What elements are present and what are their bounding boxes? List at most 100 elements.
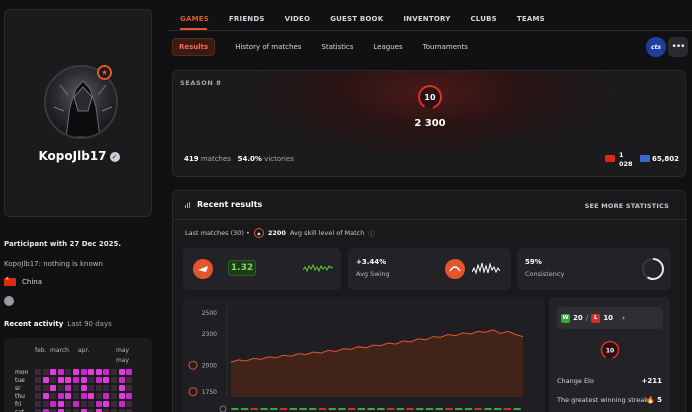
activity-cell[interactable]	[118, 377, 125, 383]
info-icon[interactable]: ⓘ	[368, 228, 375, 238]
activity-cell[interactable]	[50, 385, 57, 391]
activity-cell[interactable]	[80, 385, 87, 391]
activity-cell[interactable]	[65, 393, 72, 399]
match-result-mark[interactable]	[347, 408, 356, 410]
activity-cell[interactable]	[73, 393, 79, 399]
nav-games[interactable]: GAMES	[180, 15, 209, 23]
match-result-mark[interactable]	[250, 408, 259, 410]
match-result-mark[interactable]	[406, 408, 414, 410]
match-result-mark[interactable]	[289, 408, 298, 410]
match-result-mark[interactable]	[318, 408, 327, 410]
match-result-mark[interactable]	[279, 408, 288, 410]
activity-cell[interactable]	[95, 393, 102, 399]
activity-cell[interactable]	[103, 385, 110, 391]
match-result-mark[interactable]	[474, 408, 483, 410]
more-button[interactable]: •••	[668, 37, 688, 57]
activity-cell[interactable]	[73, 369, 79, 375]
nav-video[interactable]: VIDEO	[285, 15, 311, 23]
match-result-mark[interactable]	[269, 408, 278, 410]
match-result-mark[interactable]	[260, 408, 268, 410]
match-result-mark[interactable]	[299, 408, 307, 410]
match-result-mark[interactable]	[308, 408, 317, 410]
match-result-mark[interactable]	[493, 408, 502, 410]
activity-cell[interactable]	[126, 393, 133, 399]
activity-cell[interactable]	[88, 393, 95, 399]
activity-cell[interactable]	[42, 385, 49, 391]
strip-info-icon[interactable]	[219, 405, 227, 412]
activity-cell[interactable]	[35, 377, 41, 383]
activity-cell[interactable]	[95, 377, 102, 383]
activity-cell[interactable]	[35, 385, 41, 391]
match-result-mark[interactable]	[445, 408, 453, 410]
tab-history-of-matches[interactable]: History of matches	[235, 43, 301, 51]
activity-cell[interactable]	[42, 393, 49, 399]
activity-cell[interactable]	[57, 385, 64, 391]
activity-cell[interactable]	[88, 401, 95, 407]
activity-cell[interactable]	[73, 377, 79, 383]
match-result-mark[interactable]	[377, 408, 385, 410]
activity-cell[interactable]	[35, 369, 41, 375]
tab-leagues[interactable]: Leagues	[373, 43, 402, 51]
match-result-mark[interactable]	[338, 408, 346, 410]
activity-cell[interactable]	[73, 385, 79, 391]
activity-cell[interactable]	[88, 369, 95, 375]
activity-cell[interactable]	[50, 377, 57, 383]
nav-teams[interactable]: TEAMS	[517, 15, 545, 23]
activity-cell[interactable]	[103, 369, 110, 375]
activity-cell[interactable]	[111, 369, 117, 375]
activity-cell[interactable]	[42, 369, 49, 375]
activity-cell[interactable]	[111, 401, 117, 407]
activity-cell[interactable]	[80, 377, 87, 383]
activity-cell[interactable]	[50, 393, 57, 399]
activity-cell[interactable]	[35, 393, 41, 399]
activity-cell[interactable]	[80, 401, 87, 407]
activity-cell[interactable]	[111, 377, 117, 383]
activity-cell[interactable]	[95, 385, 102, 391]
tab-statistics[interactable]: Statistics	[321, 43, 353, 51]
activity-cell[interactable]	[111, 385, 117, 391]
tab-results[interactable]: Results	[172, 38, 216, 56]
match-result-mark[interactable]	[435, 408, 444, 410]
activity-cell[interactable]	[126, 385, 133, 391]
match-result-mark[interactable]	[425, 408, 434, 410]
activity-cell[interactable]	[95, 401, 102, 407]
match-result-mark[interactable]	[386, 408, 395, 410]
activity-cell[interactable]	[126, 369, 133, 375]
activity-cell[interactable]	[73, 401, 79, 407]
activity-cell[interactable]	[111, 393, 117, 399]
activity-cell[interactable]	[57, 369, 64, 375]
activity-cell[interactable]	[126, 401, 133, 407]
activity-cell[interactable]	[88, 385, 95, 391]
match-result-mark[interactable]	[503, 408, 512, 410]
activity-cell[interactable]	[118, 369, 125, 375]
activity-cell[interactable]	[95, 369, 102, 375]
match-result-mark[interactable]	[484, 408, 492, 410]
match-result-mark[interactable]	[513, 408, 521, 410]
win-loss-box[interactable]: W 20 / L 10 ›	[557, 307, 663, 329]
activity-cell[interactable]	[42, 401, 49, 407]
steam-icon[interactable]	[4, 296, 14, 306]
activity-cell[interactable]	[57, 401, 64, 407]
activity-cell[interactable]	[103, 393, 110, 399]
see-more-statistics-link[interactable]: SEE MORE STATISTICS	[585, 202, 669, 210]
nav-inventory[interactable]: INVENTORY	[403, 15, 450, 23]
activity-cell[interactable]	[65, 401, 72, 407]
activity-cell[interactable]	[80, 369, 87, 375]
match-result-mark[interactable]	[240, 408, 249, 410]
activity-cell[interactable]	[57, 393, 64, 399]
activity-cell[interactable]	[65, 369, 72, 375]
activity-cell[interactable]	[65, 377, 72, 383]
org-badge[interactable]: cts	[646, 37, 666, 57]
match-result-mark[interactable]	[464, 408, 473, 410]
activity-cell[interactable]	[103, 401, 110, 407]
activity-cell[interactable]	[50, 369, 57, 375]
activity-cell[interactable]	[65, 385, 72, 391]
match-result-mark[interactable]	[415, 408, 424, 410]
match-result-mark[interactable]	[328, 408, 337, 410]
nav-guest-book[interactable]: GUEST BOOK	[330, 15, 383, 23]
activity-cell[interactable]	[118, 385, 125, 391]
activity-cell[interactable]	[126, 377, 133, 383]
activity-cell[interactable]	[57, 377, 64, 383]
activity-cell[interactable]	[50, 401, 57, 407]
activity-cell[interactable]	[118, 393, 125, 399]
